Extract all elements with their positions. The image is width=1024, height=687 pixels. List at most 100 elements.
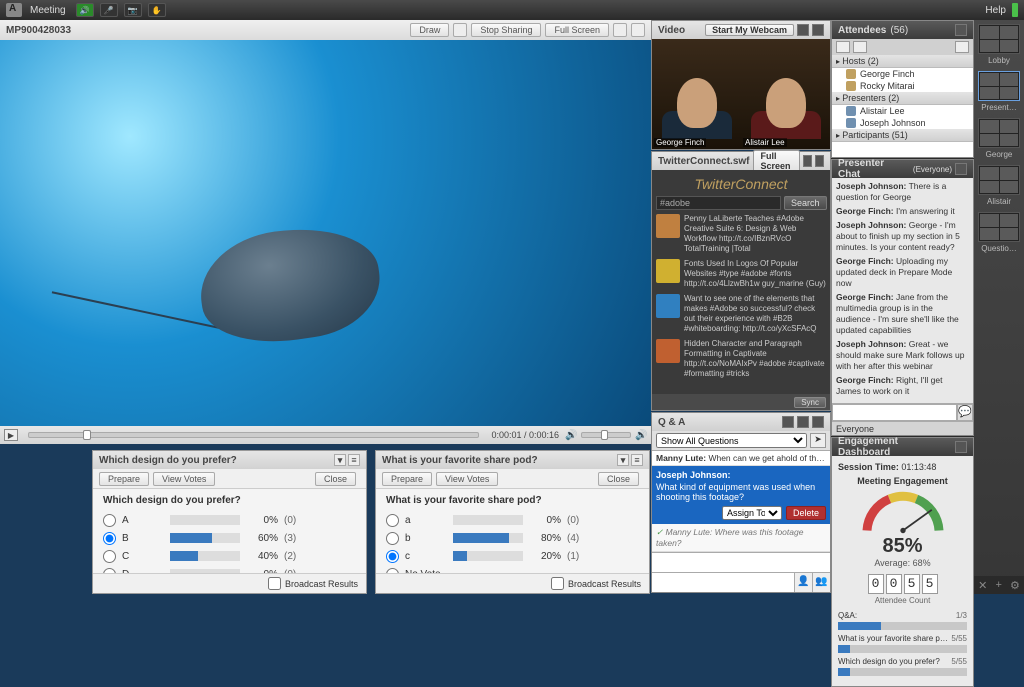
qa-delete-button[interactable]: Delete	[786, 506, 826, 520]
poll-radio[interactable]	[103, 532, 116, 545]
menu-help[interactable]: Help	[985, 5, 1006, 16]
mute-button[interactable]: 🔊	[565, 430, 577, 441]
start-webcam-button[interactable]: Start My Webcam	[705, 24, 794, 36]
share-menu-button[interactable]	[631, 23, 645, 37]
attendee-group-participants[interactable]: Participants (51)	[832, 129, 973, 142]
poll-menu-button[interactable]: ≡	[631, 454, 643, 466]
chat-tab-everyone[interactable]: Everyone	[832, 421, 973, 435]
menu-meeting[interactable]: Meeting	[30, 5, 66, 16]
attendee-row[interactable]: Joseph Johnson	[832, 117, 973, 129]
attendee-row[interactable]: Alistair Lee	[832, 105, 973, 117]
tweet-row[interactable]: Want to see one of the elements that mak…	[656, 294, 826, 334]
stop-sharing-button[interactable]: Stop Sharing	[471, 23, 541, 37]
attendee-row[interactable]: Rocky Mitarai	[832, 80, 973, 92]
chat-send-button[interactable]: 💬	[957, 404, 973, 421]
broadcast-checkbox[interactable]: Broadcast Results	[268, 577, 358, 590]
poll-option[interactable]: a0%(0)	[386, 512, 639, 528]
poll-prepare-button[interactable]: Prepare	[382, 472, 432, 486]
video-options-button[interactable]	[797, 24, 809, 36]
attendee-row[interactable]: George Finch	[832, 68, 973, 80]
twitter-sync-button[interactable]: Sync	[794, 397, 826, 408]
poll-options-button[interactable]: ▾	[617, 454, 629, 466]
qa-selected-question[interactable]: Joseph Johnson: What kind of equipment w…	[652, 466, 830, 524]
broadcast-checkbox[interactable]: Broadcast Results	[551, 577, 641, 590]
tweet-row[interactable]: Penny LaLiberte Teaches #Adobe Creative …	[656, 214, 826, 254]
attendees-count: (56)	[890, 25, 908, 36]
qa-send-button[interactable]: ➤	[810, 433, 826, 448]
tweet-row[interactable]: Fonts Used In Logos Of Popular Websites …	[656, 259, 826, 289]
poll-option[interactable]: No Vote	[386, 566, 639, 573]
chat-menu-button[interactable]	[955, 163, 967, 175]
poll-view-votes-button[interactable]: View Votes	[436, 472, 498, 486]
attendee-group-hosts[interactable]: Hosts (2)	[832, 55, 973, 68]
mic-icon[interactable]: 🎤	[100, 3, 118, 17]
attendee-group-presenters[interactable]: Presenters (2)	[832, 92, 973, 105]
qa-view-button[interactable]	[782, 416, 794, 428]
attendee-search-button[interactable]	[955, 41, 969, 53]
qa-private-button[interactable]: 👤	[794, 573, 812, 592]
qa-menu-button[interactable]	[812, 416, 824, 428]
play-button[interactable]: ▶	[4, 429, 18, 441]
poll-option[interactable]: C40%(2)	[103, 548, 356, 564]
share-options-button[interactable]	[613, 23, 627, 37]
twitter-full-screen-button[interactable]: Full Screen	[753, 150, 800, 172]
engagement-menu-button[interactable]	[955, 441, 967, 453]
volume-slider[interactable]	[581, 432, 631, 438]
twitter-menu-button[interactable]	[815, 155, 824, 167]
twitter-search-button[interactable]: Search	[784, 196, 827, 210]
webcam-icon[interactable]: 📷	[124, 3, 142, 17]
full-screen-button[interactable]: Full Screen	[545, 23, 609, 37]
poll-options-button[interactable]: ▾	[334, 454, 346, 466]
layout-thumb-present[interactable]	[978, 71, 1020, 101]
poll-option[interactable]: b80%(4)	[386, 530, 639, 546]
time-display: 0:00:01 / 0:00:16	[491, 430, 559, 440]
poll-close-button[interactable]: Close	[315, 472, 356, 486]
twitter-search-input[interactable]	[656, 196, 781, 210]
attendee-status-button[interactable]	[853, 41, 867, 53]
pointer-button[interactable]	[453, 23, 467, 37]
poll-radio[interactable]	[103, 514, 116, 527]
poll-progress-bar	[838, 668, 967, 676]
layout-thumb-lobby[interactable]	[978, 24, 1020, 54]
poll-option[interactable]: D0%(0)	[103, 566, 356, 573]
qa-filter-select[interactable]: Show All Questions	[656, 433, 807, 448]
poll-option[interactable]: A0%(0)	[103, 512, 356, 528]
poll-radio[interactable]	[386, 532, 399, 545]
chat-message: George Finch: Right, I'll get James to w…	[836, 375, 969, 397]
seek-slider[interactable]	[28, 432, 479, 438]
layout-thumb-alistair[interactable]	[978, 165, 1020, 195]
qa-assign-select[interactable]: Assign To	[722, 506, 782, 520]
video-menu-button[interactable]	[812, 24, 824, 36]
webcam-feed-1[interactable]: George Finch	[652, 39, 741, 149]
chat-pod: Presenter Chat (Everyone) Joseph Johnson…	[831, 159, 974, 436]
poll-close-button[interactable]: Close	[598, 472, 639, 486]
raise-hand-icon[interactable]: ✋	[148, 3, 166, 17]
poll-title: Which design do you prefer?	[99, 455, 237, 466]
attendee-view-button[interactable]	[836, 41, 850, 53]
draw-button[interactable]: Draw	[410, 23, 449, 37]
poll-radio[interactable]	[386, 514, 399, 527]
poll-view-votes-button[interactable]: View Votes	[153, 472, 215, 486]
qa-answer-input[interactable]	[652, 573, 794, 592]
poll-option[interactable]: B60%(3)	[103, 530, 356, 546]
poll-radio[interactable]	[103, 550, 116, 563]
qa-question-row[interactable]: Manny Lute: When can we get ahold of thi…	[652, 451, 830, 466]
poll-option[interactable]: c20%(1)	[386, 548, 639, 564]
qa-presenter-button[interactable]	[797, 416, 809, 428]
tweet-row[interactable]: Hidden Character and Paragraph Formattin…	[656, 339, 826, 379]
poll-menu-button[interactable]: ≡	[348, 454, 360, 466]
attendees-menu-button[interactable]	[955, 24, 967, 36]
layout-thumb-questions[interactable]	[978, 212, 1020, 242]
close-icon[interactable]: ✕	[978, 579, 987, 592]
audio-icon[interactable]: 🔊	[76, 3, 94, 17]
poll-radio[interactable]	[386, 550, 399, 563]
qa-public-button[interactable]: 👥	[812, 573, 830, 592]
chat-input[interactable]	[832, 404, 957, 421]
layout-options-icon[interactable]: ⚙	[1010, 579, 1020, 592]
poll-prepare-button[interactable]: Prepare	[99, 472, 149, 486]
webcam-feed-2[interactable]: Alistair Lee	[741, 39, 830, 149]
qa-answered-row[interactable]: Manny Lute: Where was this footage taken…	[652, 524, 830, 552]
add-layout-icon[interactable]: +	[995, 579, 1001, 591]
layout-thumb-george[interactable]	[978, 118, 1020, 148]
twitter-options-button[interactable]	[803, 155, 812, 167]
